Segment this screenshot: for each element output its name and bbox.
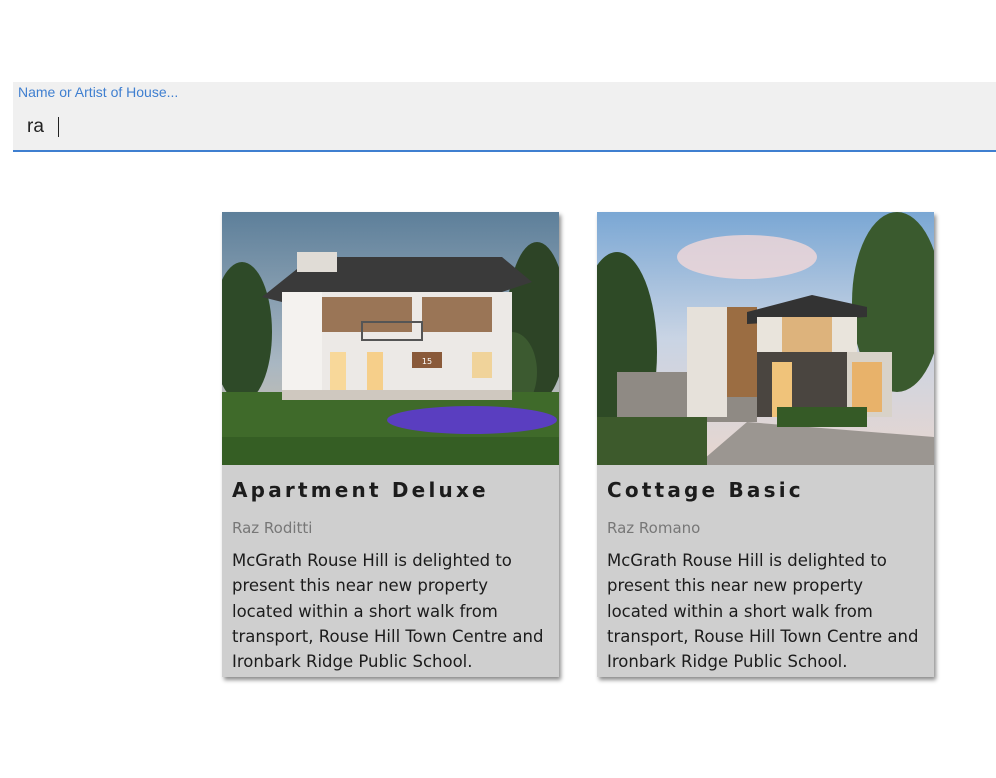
house-author: Raz Romano <box>607 519 701 537</box>
search-field[interactable]: Name or Artist of House... <box>13 82 996 152</box>
house-card[interactable]: Cottage Basic Raz Romano McGrath Rouse H… <box>597 212 934 677</box>
house-image: 15 <box>222 212 559 465</box>
search-label: Name or Artist of House... <box>18 84 179 100</box>
house-description: McGrath Rouse Hill is delighted to prese… <box>232 551 544 672</box>
svg-text:15: 15 <box>422 357 432 366</box>
house-image <box>597 212 934 465</box>
house-author: Raz Roditti <box>232 519 313 537</box>
search-input[interactable] <box>27 114 967 140</box>
house-card[interactable]: 15 Apartment Deluxe Raz Roditti McGrath … <box>222 212 559 677</box>
text-cursor <box>58 117 59 137</box>
house-description: McGrath Rouse Hill is delighted to prese… <box>607 551 919 672</box>
house-title: Cottage Basic <box>607 478 804 502</box>
house-title: Apartment Deluxe <box>232 478 489 502</box>
